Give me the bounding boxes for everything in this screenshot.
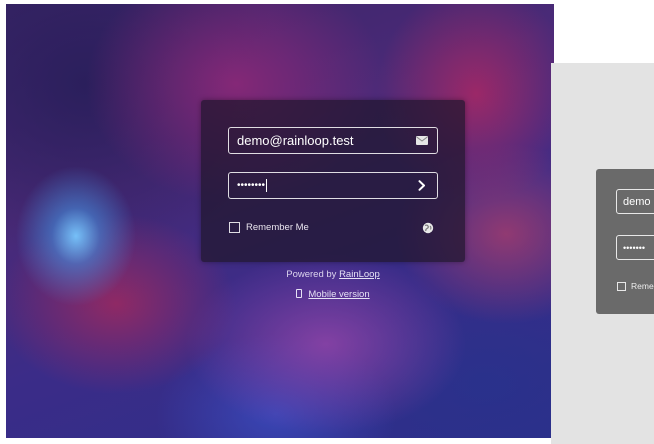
- remember-me-toggle[interactable]: Remember Me: [229, 222, 309, 233]
- secondary-remember-label: Reme: [631, 281, 654, 291]
- secondary-remember-checkbox[interactable]: [617, 281, 626, 291]
- email-input-value[interactable]: demo@rainloop.test: [229, 133, 411, 148]
- secondary-remember-toggle[interactable]: Reme: [617, 281, 654, 291]
- rainloop-link[interactable]: RainLoop: [339, 269, 380, 280]
- envelope-icon: [411, 130, 433, 152]
- secondary-email-value: demo: [623, 195, 651, 208]
- secondary-login-form: demo ••••••• Reme: [596, 169, 654, 314]
- password-input-value[interactable]: ••••••••: [229, 179, 411, 192]
- mobile-version-row: Mobile version: [201, 289, 465, 300]
- email-field[interactable]: demo@rainloop.test: [228, 127, 438, 154]
- globe-icon[interactable]: [422, 221, 434, 234]
- powered-by-prefix: Powered by: [286, 269, 337, 280]
- secondary-password-field[interactable]: •••••••: [616, 235, 654, 260]
- remember-me-checkbox[interactable]: [229, 222, 240, 233]
- mobile-version-link[interactable]: Mobile version: [308, 289, 369, 300]
- secondary-email-field[interactable]: demo: [616, 189, 654, 214]
- mobile-phone-icon: [296, 289, 303, 298]
- screen: demo@rainloop.test •••••••• Remember Me: [0, 0, 654, 444]
- powered-by-text: Powered by RainLoop: [201, 269, 465, 280]
- submit-button[interactable]: [411, 175, 433, 197]
- password-mask: ••••••••: [237, 180, 266, 192]
- password-field[interactable]: ••••••••: [228, 172, 438, 199]
- login-form: demo@rainloop.test •••••••• Remember Me: [201, 100, 465, 262]
- secondary-password-mask: •••••••: [623, 242, 646, 253]
- chevron-right-icon: [418, 180, 425, 191]
- text-caret: [266, 179, 268, 192]
- remember-me-label: Remember Me: [246, 222, 309, 233]
